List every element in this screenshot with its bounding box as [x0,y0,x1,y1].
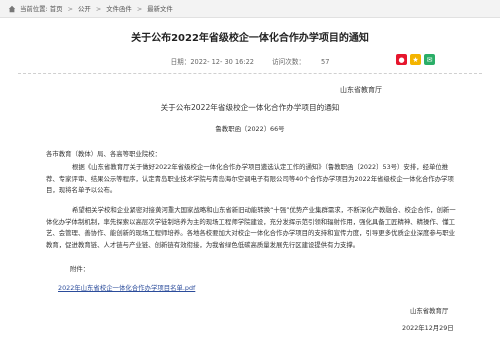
attachment-label: 附件： [70,265,90,273]
document-date: 2022年12月29日 [402,324,454,332]
document-title: 关于公布2022年省级校企一体化合作办学项目的通知 [160,103,340,112]
publish-date: 日期：2022- 12- 30 16:22 [170,58,254,66]
breadcrumb: 当前位置: 首页 > 公开 > 文件函件 > 最新文件 [0,0,500,18]
view-count: 访问次数： 57 [272,58,329,66]
page-title: 关于公布2022年省级校企一体化合作办学项目的通知 [131,33,369,44]
paragraph: 根据《山东省教育厅关于做好2022年省级校企一体化合作办学项目遴选认定工作的通知… [46,163,454,195]
qzone-icon[interactable]: ★ [410,54,421,65]
breadcrumb-home[interactable]: 首页 [50,5,63,13]
issuer-signature: 山东省教育厅 [410,307,449,315]
addressee: 各市教育（教体）局、各高等职业院校： [46,150,162,158]
paragraph: 希望相关学校和企业紧密对接黄河重大国家战略和山东省新旧动能转换“十强”优势产业集… [46,206,456,249]
breadcrumb-separator: > [136,5,143,13]
divider [18,73,482,74]
issuer-header: 山东省教育厅 [340,86,382,94]
attachment-link[interactable]: 2022年山东省校企一体化合作办学项目名单.pdf [58,283,195,294]
breadcrumb-public[interactable]: 公开 [78,5,91,13]
home-icon [8,5,16,13]
breadcrumb-prefix: 当前位置: [20,5,48,13]
breadcrumb-separator: > [95,5,102,13]
view-count-label: 访问次数： [272,58,306,66]
weibo-icon[interactable]: ● [396,54,407,65]
document-number: 鲁教职函〔2022〕66号 [215,125,285,133]
view-count-value: 57 [321,58,330,66]
breadcrumb-latest[interactable]: 最新文件 [147,5,173,13]
wechat-icon[interactable]: ✉ [424,54,435,65]
breadcrumb-documents[interactable]: 文件函件 [106,5,132,13]
breadcrumb-separator: > [67,5,73,13]
share-bar: ● ★ ✉ [396,54,435,65]
